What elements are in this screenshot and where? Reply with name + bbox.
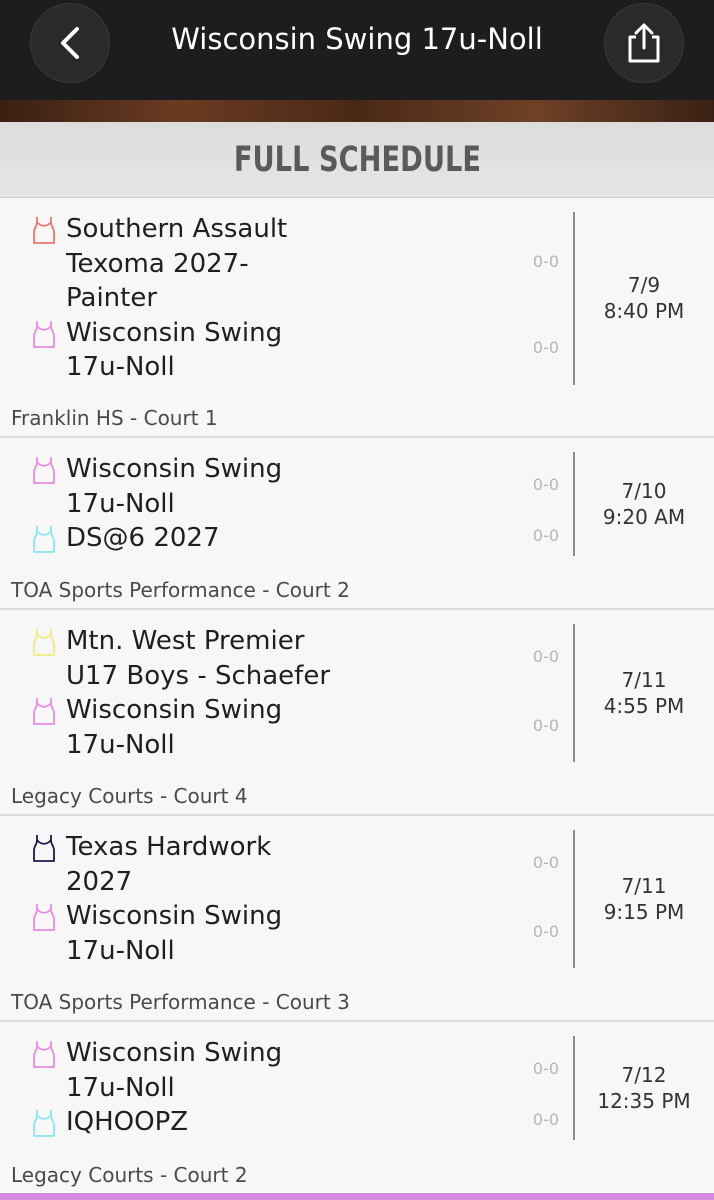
away-team-name[interactable]: Wisconsin Swing 17u-Noll: [66, 899, 366, 968]
away-record: 0-0: [532, 338, 560, 357]
team-name-line: 17u-Noll: [66, 1072, 175, 1103]
back-button[interactable]: [30, 3, 110, 83]
team-name-line: DS@6 2027: [66, 523, 220, 553]
game-venue: TOA Sports Performance - Court 2: [11, 578, 350, 602]
column-divider: [573, 624, 575, 762]
game-time: 12:35 PM: [597, 1088, 691, 1113]
game-time: 9:20 AM: [602, 504, 686, 529]
home-record: 0-0: [532, 1058, 560, 1078]
column-divider: [573, 1036, 575, 1140]
game-time: 8:40 PM: [603, 299, 685, 324]
team-name-line: Texas Hardwork: [66, 832, 272, 862]
game-venue: Franklin HS - Court 1: [11, 406, 218, 430]
team-name-line: Mtn. West Premier: [66, 626, 305, 656]
game-venue: Legacy Courts - Court 4: [11, 784, 248, 808]
game-venue: TOA Sports Performance - Court 3: [11, 990, 350, 1014]
home-record: 0-0: [532, 474, 560, 494]
game-datetime: 7/10 9:20 AM: [578, 478, 710, 530]
team-name-line: 17u-Noll: [66, 729, 175, 760]
team-name-line: 2027: [66, 866, 133, 897]
team-name-line: Wisconsin Swing: [66, 1038, 283, 1068]
share-button[interactable]: [604, 3, 684, 83]
team-name-line: Wisconsin Swing: [66, 317, 283, 348]
team-name-line: U17 Boys - Schaefer: [66, 660, 331, 691]
game-time: 4:55 PM: [603, 694, 685, 718]
game-date: 7/10: [621, 478, 667, 503]
game-venue: Legacy Courts - Court 2: [11, 1163, 248, 1187]
game-datetime: 7/12 12:35 PM: [578, 1062, 710, 1114]
team-name-line: Wisconsin Swing: [66, 901, 283, 931]
home-team-name[interactable]: Wisconsin Swing 17u-Noll: [66, 1036, 366, 1105]
game-card[interactable]: Mtn. West Premier U17 Boys - Schaefer Wisc…: [0, 610, 714, 816]
top-nav-bar: Wisconsin Swing 17u-Noll: [0, 0, 714, 100]
away-team-name[interactable]: DS@6 2027: [66, 521, 366, 556]
column-divider: [573, 212, 575, 385]
game-date: 7/11: [621, 874, 667, 898]
jersey-icon: [31, 833, 57, 863]
home-record: 0-0: [532, 852, 560, 872]
home-record: 0-0: [532, 646, 560, 666]
home-team-name[interactable]: Mtn. West Premier U17 Boys - Schaefer: [66, 624, 366, 693]
jersey-icon: [31, 1039, 57, 1069]
team-name-line: Texoma 2027-: [66, 248, 249, 279]
jersey-icon: [31, 902, 57, 932]
game-card[interactable]: Wisconsin Swing 17u-Noll IQHOOPZ 0-0 0-0 7/12…: [0, 1022, 714, 1195]
home-team-name[interactable]: Wisconsin Swing 17u-Noll: [66, 452, 366, 521]
game-date: 7/11: [621, 668, 667, 692]
section-title: FULL SCHEDULE: [233, 139, 481, 180]
jersey-icon: [31, 524, 57, 554]
game-card[interactable]: Texas Hardwork 2027 Wisconsin Swing 17u-Nol…: [0, 816, 714, 1022]
away-team-name[interactable]: Wisconsin Swing 17u-Noll: [66, 316, 366, 385]
team-name-line: Painter: [66, 283, 158, 313]
home-record: 0-0: [532, 251, 560, 271]
share-icon: [628, 23, 660, 63]
game-datetime: 7/11 4:55 PM: [578, 667, 710, 719]
team-name-line: IQHOOPZ: [66, 1107, 189, 1137]
team-name-line: 17u-Noll: [66, 935, 175, 966]
team-name-line: 17u-Noll: [66, 488, 175, 519]
jersey-icon: [31, 455, 57, 485]
away-record: 0-0: [532, 921, 560, 941]
game-datetime: 7/9 8:40 PM: [578, 272, 710, 324]
home-team-name[interactable]: Texas Hardwork 2027: [66, 830, 366, 899]
game-datetime: 7/11 9:15 PM: [578, 873, 710, 925]
jersey-icon: [31, 215, 57, 245]
game-date: 7/9: [627, 273, 661, 298]
away-record: 0-0: [532, 526, 560, 546]
game-date: 7/12: [621, 1062, 667, 1087]
game-time: 9:15 PM: [603, 900, 685, 924]
jersey-icon: [31, 319, 57, 349]
away-team-name[interactable]: IQHOOPZ: [66, 1105, 366, 1140]
column-divider: [573, 452, 575, 556]
bottom-accent-bar: [0, 1193, 714, 1200]
jersey-icon: [31, 627, 57, 657]
chevron-left-icon: [61, 27, 79, 59]
section-header: FULL SCHEDULE: [0, 122, 714, 198]
header-banner-image: [0, 100, 714, 122]
page-title: Wisconsin Swing 17u-Noll: [171, 22, 543, 56]
jersey-icon: [31, 696, 57, 726]
team-name-line: Southern Assault: [66, 214, 288, 244]
team-name-line: Wisconsin Swing: [66, 454, 283, 484]
team-name-line: Wisconsin Swing: [66, 695, 283, 725]
team-name-line: 17u-Noll: [66, 352, 175, 382]
game-card[interactable]: Southern Assault Texoma 2027- Painter Wisco…: [0, 198, 714, 438]
away-record: 0-0: [532, 1110, 560, 1130]
away-record: 0-0: [532, 715, 560, 735]
away-team-name[interactable]: Wisconsin Swing 17u-Noll: [66, 693, 366, 762]
jersey-icon: [31, 1108, 57, 1138]
column-divider: [573, 830, 575, 968]
game-card[interactable]: Wisconsin Swing 17u-Noll DS@6 2027 0-0 0-0 7/…: [0, 438, 714, 610]
home-team-name[interactable]: Southern Assault Texoma 2027- Painter: [66, 212, 366, 316]
